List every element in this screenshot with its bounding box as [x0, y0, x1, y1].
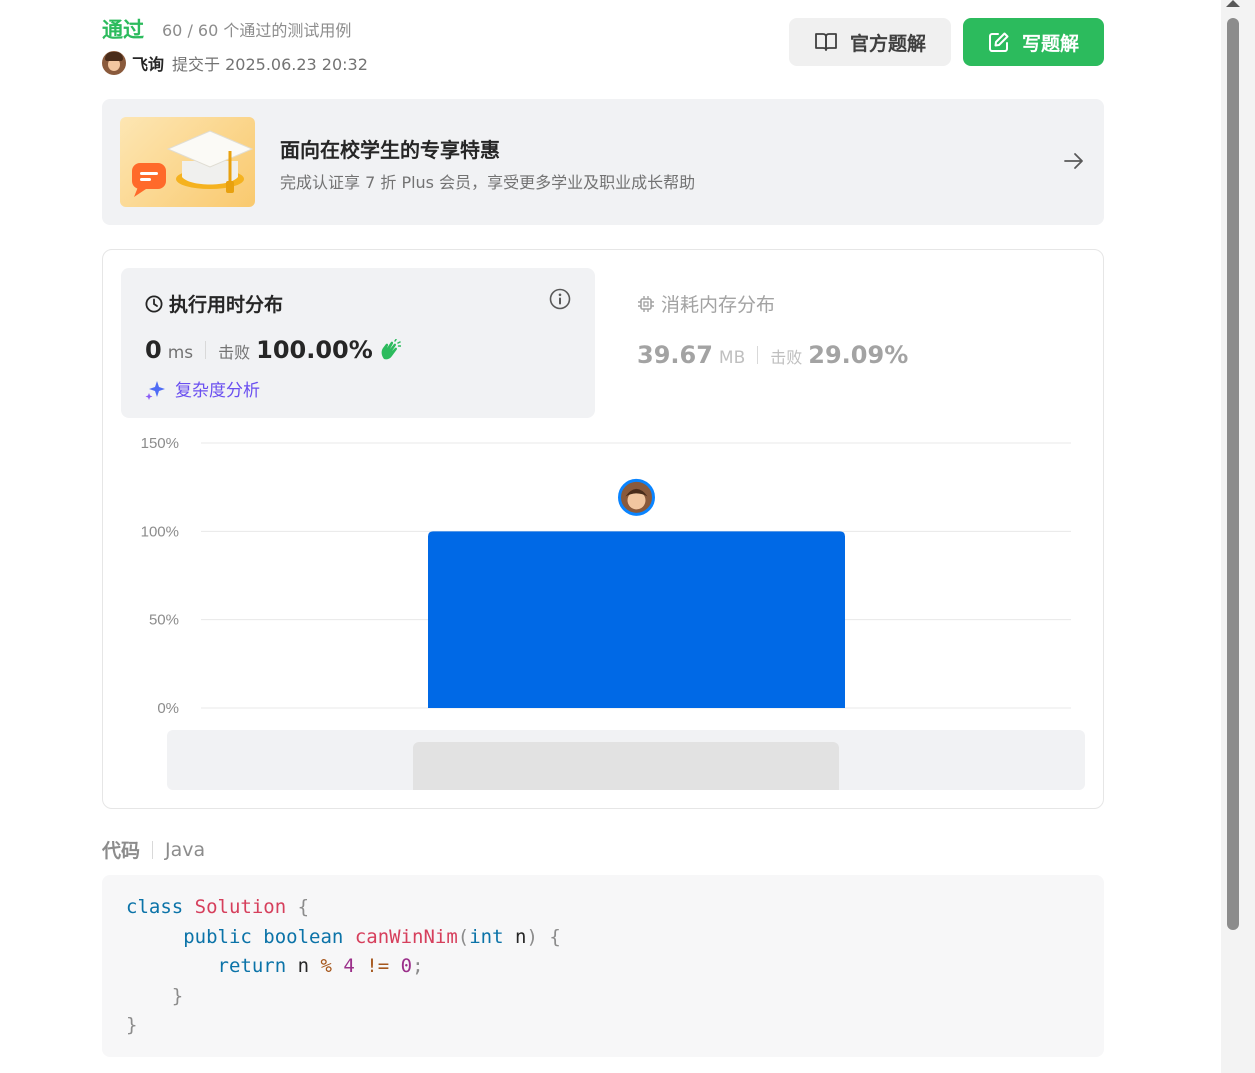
chart-range-thumb[interactable] [413, 742, 839, 790]
runtime-values: 0 ms 击败 100.00% [145, 336, 401, 364]
complexity-analysis-link[interactable]: 复杂度分析 [145, 376, 260, 401]
sparkle-icon [145, 380, 165, 400]
runtime-distribution-chart[interactable]: 150% 100% 50% 0% [103, 430, 1103, 730]
runtime-title: 执行用时分布 [145, 290, 283, 317]
y-tick-label: 50% [149, 612, 179, 629]
info-icon[interactable] [549, 288, 571, 310]
memory-beat-label: 击败 [770, 348, 803, 367]
chip-icon [638, 295, 654, 312]
graduation-cap-illustration [120, 117, 255, 207]
scrollbar-thumb[interactable] [1227, 18, 1239, 930]
runtime-value: 0 [145, 336, 162, 364]
y-tick-label: 0% [157, 700, 179, 717]
runtime-unit: ms [167, 343, 194, 363]
code-content: class Solution { public boolean canWinNi… [126, 896, 561, 1036]
submitted-time: 提交于 2025.06.23 20:32 [172, 55, 368, 74]
distribution-bar[interactable] [428, 531, 845, 708]
runtime-panel[interactable]: 执行用时分布 0 ms 击败 100.00% 复杂度分析 [121, 268, 595, 418]
edit-icon [988, 32, 1009, 52]
student-promo-banner[interactable]: 面向在校学生的专享特惠 完成认证享 7 折 Plus 会员，享受更多学业及职业成… [102, 99, 1104, 225]
memory-title: 消耗内存分布 [637, 290, 1057, 317]
scroll-up-arrow[interactable] [1226, 0, 1240, 7]
arrow-right-icon[interactable] [1062, 149, 1086, 173]
code-label: 代码 [102, 840, 141, 862]
clock-icon [145, 295, 163, 312]
memory-beat-pct: 29.09% [808, 341, 909, 369]
submission-header: 通过 60 / 60 个通过的测试用例 飞询 提交于 2025.06.23 20… [102, 0, 1104, 90]
memory-value: 39.67 [637, 341, 713, 369]
memory-panel[interactable]: 消耗内存分布 39.67 MB 击败 29.09% [637, 290, 1057, 390]
divider [205, 341, 207, 359]
code-language: Java [165, 838, 206, 861]
official-solution-button[interactable]: 官方题解 [789, 18, 951, 66]
divider [757, 346, 759, 364]
user-position-avatar[interactable] [618, 478, 655, 516]
user-name[interactable]: 飞询 [132, 51, 164, 75]
memory-unit: MB [718, 348, 746, 368]
official-solution-label: 官方题解 [849, 32, 926, 55]
runtime-beat-pct: 100.00% [256, 336, 373, 364]
code-header: 代码 Java [102, 836, 205, 863]
runtime-title-label: 执行用时分布 [169, 294, 284, 316]
memory-values: 39.67 MB 击败 29.09% [637, 341, 1057, 369]
write-solution-button[interactable]: 写题解 [963, 18, 1104, 66]
y-tick-label: 150% [141, 435, 179, 452]
status-badge: 通过 [102, 18, 144, 42]
test-cases-count: 60 / 60 个通过的测试用例 [162, 21, 352, 40]
runtime-beat-label: 击败 [218, 343, 251, 362]
promo-title: 面向在校学生的专享特惠 [280, 138, 500, 162]
book-icon [815, 33, 837, 51]
code-block[interactable]: class Solution { public boolean canWinNi… [102, 875, 1104, 1057]
chart-range-slider[interactable] [167, 730, 1085, 790]
clap-icon [381, 339, 401, 360]
submitter: 飞询 提交于 2025.06.23 20:32 [102, 51, 368, 75]
divider [152, 840, 154, 859]
promo-subtitle: 完成认证享 7 折 Plus 会员，享受更多学业及职业成长帮助 [280, 173, 696, 192]
avatar[interactable] [102, 51, 126, 75]
memory-title-label: 消耗内存分布 [661, 294, 776, 316]
performance-card: 执行用时分布 0 ms 击败 100.00% 复杂度分析 消耗内存分布 39.6… [102, 249, 1104, 809]
complexity-analysis-label: 复杂度分析 [175, 381, 260, 401]
page-scrollbar[interactable] [1221, 0, 1255, 1073]
write-solution-label: 写题解 [1021, 32, 1079, 55]
y-tick-label: 100% [141, 523, 179, 540]
